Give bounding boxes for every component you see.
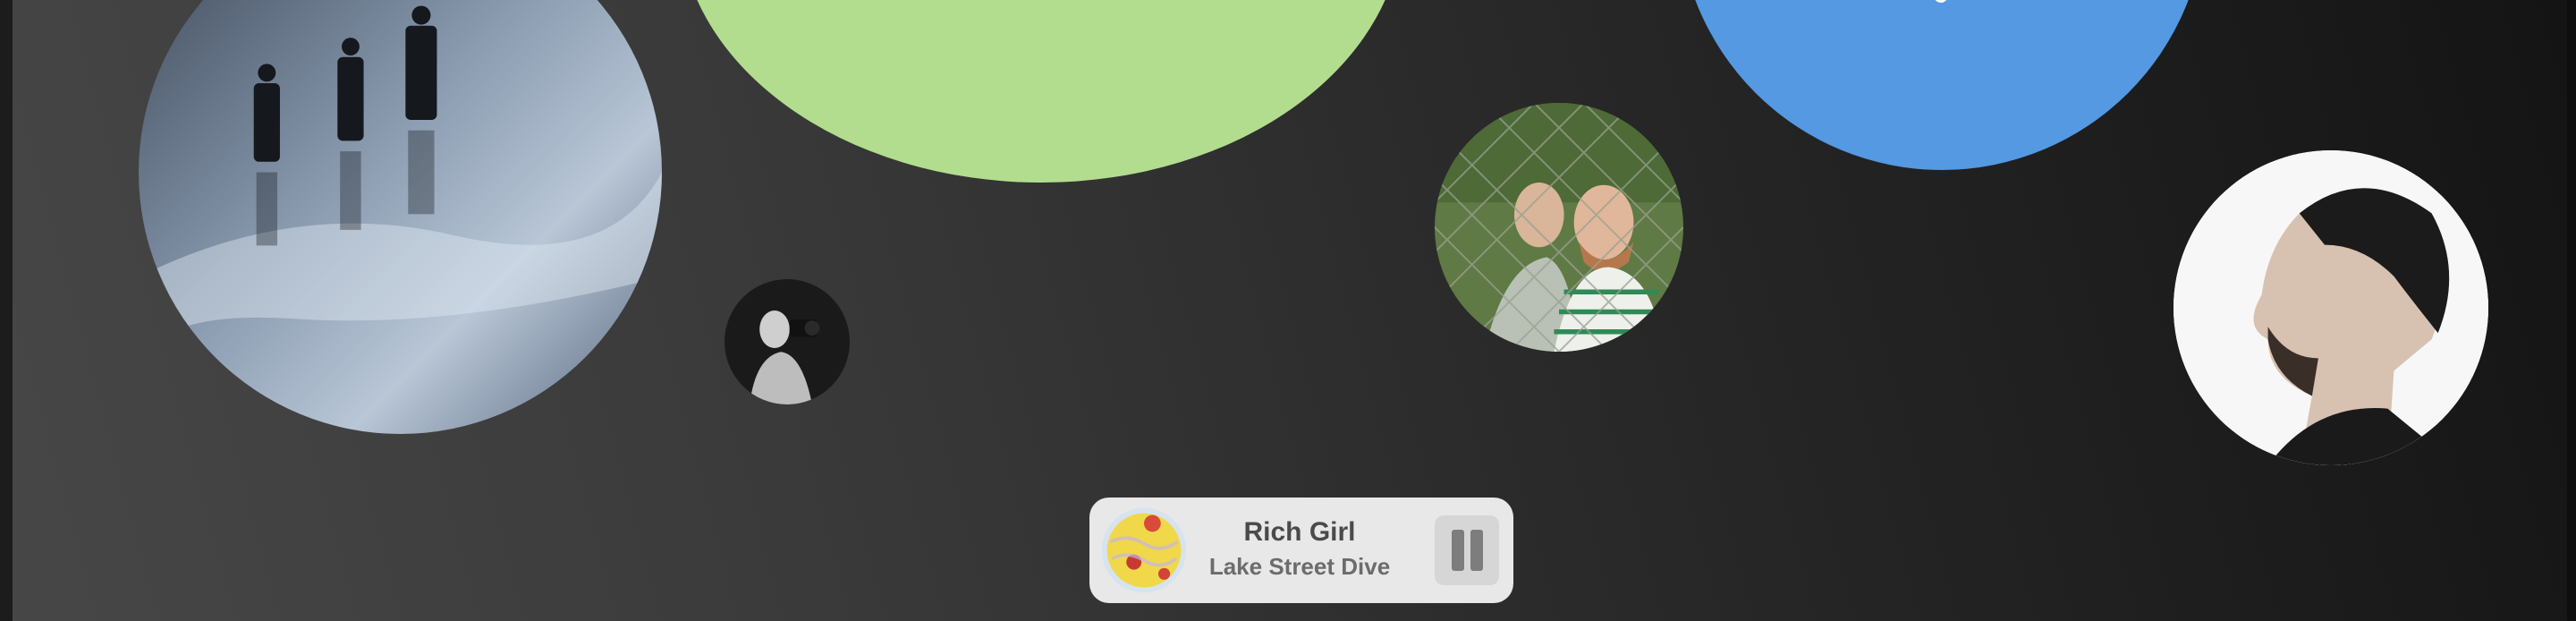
artist-bubble-duo[interactable] [1435,103,1683,352]
album-art[interactable] [1102,508,1186,592]
artist-bubble-blue[interactable] [1678,0,2206,170]
track-title: Rich Girl [1243,517,1356,547]
artist-bubble-green[interactable] [679,0,1403,183]
artist-bubble-photographer[interactable] [724,279,850,404]
now-playing-widget[interactable]: Rich Girl Lake Street Dive [1089,498,1513,603]
artist-bubble-profile[interactable] [2174,150,2488,465]
band-photo [139,0,662,434]
bubble-marker [1934,0,1948,3]
window-edge [0,0,13,621]
album-art-image [1102,508,1186,592]
artist-bubble-canvas: Rich Girl Lake Street Dive [0,0,2576,621]
pause-icon [1470,530,1483,571]
track-artist: Lake Street Dive [1208,553,1391,580]
pause-button[interactable] [1435,515,1499,585]
duo-photo [1435,103,1683,352]
photographer-photo [724,279,850,404]
window-edge [2567,0,2576,621]
artist-bubble-band[interactable] [139,0,662,434]
profile-photo [2174,150,2488,465]
pause-icon [1452,530,1464,571]
